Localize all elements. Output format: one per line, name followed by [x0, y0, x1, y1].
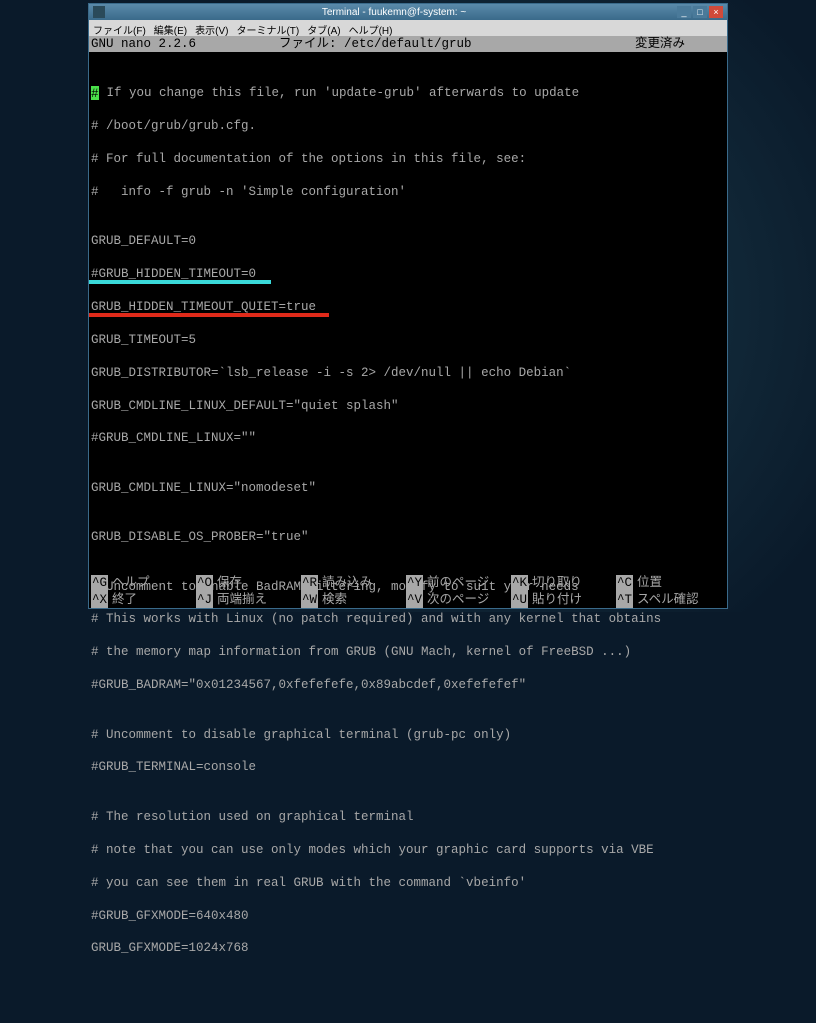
nano-version: GNU nano 2.2.6	[91, 36, 271, 52]
close-button[interactable]: ×	[709, 6, 723, 18]
maximize-button[interactable]: □	[693, 6, 707, 18]
terminal-window: Terminal - fuukemn@f-system: ~ _ □ × ファイ…	[88, 3, 728, 609]
editor-line: GRUB_DISABLE_OS_PROBER="true"	[91, 529, 725, 545]
editor-line: #GRUB_TERMINAL=console	[91, 759, 725, 775]
shortcut-row-2: ^X終了 ^J両端揃え ^W検索 ^V次のページ ^U貼り付け ^Tスペル確認	[91, 592, 725, 609]
editor-line: # For full documentation of the options …	[91, 151, 725, 167]
shortcut-read: ^R読み込み	[301, 575, 406, 592]
menu-edit[interactable]: 編集(E)	[154, 22, 187, 34]
nano-modified: 変更済み	[635, 36, 725, 52]
menu-view[interactable]: 表示(V)	[195, 22, 228, 34]
editor-line: #GRUB_GFXMODE=640x480	[91, 908, 725, 924]
window-title: Terminal - fuukemn@f-system: ~	[111, 7, 677, 18]
terminal-area[interactable]: GNU nano 2.2.6 ファイル: /etc/default/grub 変…	[89, 36, 727, 608]
editor-line: #GRUB_BADRAM="0x01234567,0xfefefefe,0x89…	[91, 677, 725, 693]
titlebar[interactable]: Terminal - fuukemn@f-system: ~ _ □ ×	[89, 4, 727, 20]
editor-line: #GRUB_CMDLINE_LINUX=""	[91, 430, 725, 446]
shortcut-nextpage: ^V次のページ	[406, 592, 511, 609]
editor-line: # /boot/grub/grub.cfg.	[91, 118, 725, 134]
app-icon	[93, 6, 105, 18]
shortcut-prevpage: ^Y前のページ	[406, 575, 511, 592]
minimize-button[interactable]: _	[677, 6, 691, 18]
window-controls: _ □ ×	[677, 6, 723, 18]
shortcut-search: ^W検索	[301, 592, 406, 609]
menu-tabs[interactable]: タブ(A)	[307, 22, 340, 34]
shortcut-help: ^Gヘルプ	[91, 575, 196, 592]
editor-line: GRUB_TIMEOUT=5	[91, 332, 725, 348]
editor-line: # you can see them in real GRUB with the…	[91, 875, 725, 891]
editor-content[interactable]: # If you change this file, run 'update-g…	[89, 52, 727, 1023]
editor-line: # Uncomment to disable graphical termina…	[91, 727, 725, 743]
shortcut-exit: ^X終了	[91, 592, 196, 609]
editor-line: # This works with Linux (no patch requir…	[91, 611, 725, 627]
editor-line	[91, 68, 725, 84]
editor-line: # The resolution used on graphical termi…	[91, 809, 725, 825]
menu-help[interactable]: ヘルプ(H)	[349, 22, 393, 34]
nano-header: GNU nano 2.2.6 ファイル: /etc/default/grub 変…	[89, 36, 727, 52]
shortcut-pos: ^C位置	[616, 575, 721, 592]
shortcut-writeout: ^O保存	[196, 575, 301, 592]
editor-line: # If you change this file, run 'update-g…	[91, 85, 725, 101]
editor-line: # note that you can use only modes which…	[91, 842, 725, 858]
shortcut-row-1: ^Gヘルプ ^O保存 ^R読み込み ^Y前のページ ^K切り取り ^C位置	[91, 575, 725, 592]
menu-file[interactable]: ファイル(F)	[93, 22, 146, 34]
shortcut-spell: ^Tスペル確認	[616, 592, 721, 609]
editor-line: # the memory map information from GRUB (…	[91, 644, 725, 660]
highlight-cyan	[89, 280, 271, 284]
editor-line: GRUB_DISTRIBUTOR=`lsb_release -i -s 2> /…	[91, 365, 725, 381]
editor-line: GRUB_GFXMODE=1024x768	[91, 940, 725, 956]
shortcut-justify: ^J両端揃え	[196, 592, 301, 609]
editor-line: GRUB_DEFAULT=0	[91, 233, 725, 249]
editor-line: # info -f grub -n 'Simple configuration'	[91, 184, 725, 200]
editor-line: GRUB_CMDLINE_LINUX="nomodeset"	[91, 480, 725, 496]
nano-file: ファイル: /etc/default/grub	[271, 36, 635, 52]
menubar: ファイル(F) 編集(E) 表示(V) ターミナル(T) タブ(A) ヘルプ(H…	[89, 20, 727, 36]
nano-shortcuts: ^Gヘルプ ^O保存 ^R読み込み ^Y前のページ ^K切り取り ^C位置 ^X…	[89, 575, 727, 608]
editor-line: GRUB_CMDLINE_LINUX_DEFAULT="quiet splash…	[91, 398, 725, 414]
cursor: #	[91, 86, 99, 100]
highlight-red	[89, 313, 329, 317]
shortcut-paste: ^U貼り付け	[511, 592, 616, 609]
menu-terminal[interactable]: ターミナル(T)	[236, 22, 299, 34]
shortcut-cut: ^K切り取り	[511, 575, 616, 592]
